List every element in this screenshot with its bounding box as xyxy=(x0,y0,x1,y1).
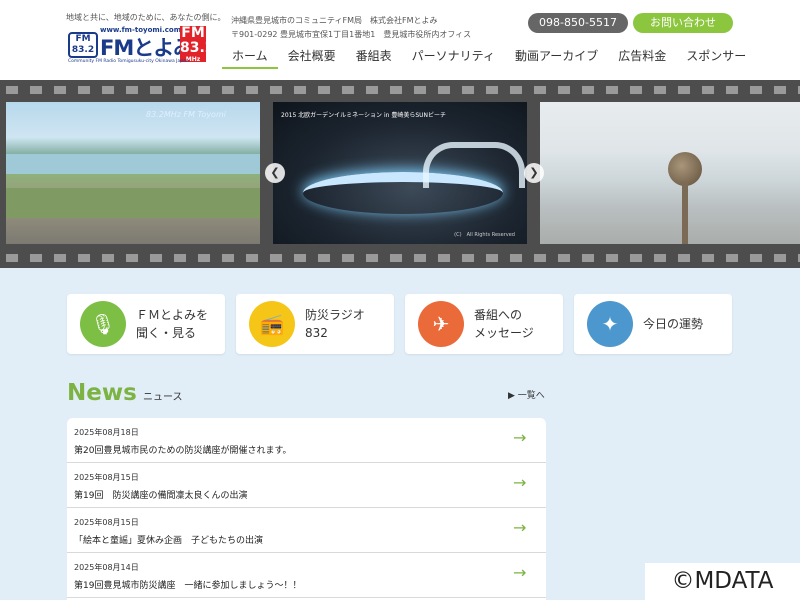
news-text: 第19回 防災講座の備間凜太良くんの出演 xyxy=(74,491,248,501)
microphone-icon: 🎙 xyxy=(80,301,126,347)
slide-caption: 2015 北欧ガーデンイルミネーション in 豊崎美らSUNビーチ xyxy=(281,112,447,119)
arrow-right-icon: → xyxy=(513,428,527,447)
tagline: 地域と共に、地域のために、あなたの側に。 xyxy=(66,13,226,22)
fm-badge: FM 83.2 xyxy=(68,32,98,58)
news-text: 第19回豊見城市防災講座 一緒に参加しましょう〜！！ xyxy=(74,581,302,591)
site-header: 地域と共に、地域のために、あなたの側に。 www.fm-toyomi.com F… xyxy=(0,0,800,80)
slide-beach-park[interactable]: 83.2MHz FM Toyomi xyxy=(6,102,260,244)
news-text: 第20回豊見城市民のための防災講座が開催されます。 xyxy=(74,446,292,456)
news-subheading: ニュース xyxy=(143,392,183,403)
news-list: 2025年08月18日 第20回豊見城市民のための防災講座が開催されます。 → … xyxy=(67,418,546,608)
arrow-right-icon: → xyxy=(513,518,527,537)
nav-company[interactable]: 会社概要 xyxy=(278,47,346,67)
company-address: 〒901-0292 豊見城市宜保1丁目1番地1 豊見城市役所内オフィス xyxy=(231,30,472,39)
disaster-radio-card[interactable]: 📻 防災ラジオ 832 xyxy=(236,294,394,354)
news-heading: News xyxy=(67,380,137,406)
site-logo[interactable]: www.fm-toyomi.com FM 83.2 FMとよみ FM 83.2 MH… xyxy=(68,25,215,68)
frequency-badge: FM 83.2 MHz xyxy=(180,25,215,63)
contact-button[interactable]: お問い合わせ xyxy=(633,13,733,33)
nav-home[interactable]: ホーム xyxy=(222,47,278,69)
news-list-link[interactable]: ▶ 一覧へ xyxy=(508,388,545,401)
illumination-arch xyxy=(423,142,525,188)
card-label: 番組への メッセージ xyxy=(474,308,534,340)
message-card[interactable]: ✈ 番組への メッセージ xyxy=(405,294,563,354)
news-item[interactable]: 2025年08月14日 第19回豊見城市防災講座 一緒に参加しましょう〜！！ → xyxy=(67,553,546,598)
company-line-1: 沖縄県豊見城市のコミュニティFM局 株式会社FMとよみ xyxy=(231,16,438,25)
news-item[interactable]: 2025年08月15日 第19回 防災講座の備間凜太良くんの出演 → xyxy=(67,463,546,508)
card-label: 今日の運勢 xyxy=(643,317,704,331)
slide-monument[interactable] xyxy=(540,102,800,244)
news-date: 2025年08月15日 xyxy=(74,473,139,482)
nav-personality[interactable]: パーソナリティ xyxy=(402,47,505,67)
monument-sphere xyxy=(668,152,702,186)
nav-program-guide[interactable]: 番組表 xyxy=(346,47,402,67)
prev-slide-button[interactable]: ❮ xyxy=(265,163,285,183)
main-content: 🎙 ＦＭとよみを 聞く・見る 📻 防災ラジオ 832 ✈ 番組への メッセージ ✦ 今… xyxy=(0,268,800,608)
slide-field xyxy=(6,188,260,218)
news-item[interactable]: 2025年08月15日 「絵本と童謡」夏休み企画 子どもたちの出演 → xyxy=(67,508,546,553)
nav-sponsors[interactable]: スポンサー xyxy=(676,47,756,67)
slide-caption: 83.2MHz FM Toyomi xyxy=(146,110,226,119)
fortune-icon: ✦ xyxy=(587,301,633,347)
nav-video-archive[interactable]: 動画アーカイブ xyxy=(505,47,608,67)
card-label: 防災ラジオ 832 xyxy=(305,308,365,340)
monument-pole xyxy=(682,182,688,244)
news-text: 「絵本と童謡」夏休み企画 子どもたちの出演 xyxy=(74,536,264,546)
image-slider: 83.2MHz FM Toyomi 2015 北欧ガーデンイルミネーション in… xyxy=(0,80,800,268)
paper-plane-icon: ✈ xyxy=(418,301,464,347)
film-holes-top xyxy=(0,86,800,94)
logo-subline: Community FM Radio Tomigusuku-city Okina… xyxy=(68,59,189,64)
film-holes-bottom xyxy=(0,254,800,262)
nav-ad-rates[interactable]: 広告料金 xyxy=(608,47,676,67)
listen-watch-card[interactable]: 🎙 ＦＭとよみを 聞く・見る xyxy=(67,294,225,354)
news-date: 2025年08月14日 xyxy=(74,563,139,572)
company-info: 沖縄県豊見城市のコミュニティFM局 株式会社FMとよみ 〒901-0292 豊見… xyxy=(231,14,471,42)
slide-illumination[interactable]: 2015 北欧ガーデンイルミネーション in 豊崎美らSUNビーチ (C) Al… xyxy=(273,102,527,244)
arrow-right-icon: → xyxy=(513,473,527,492)
next-slide-button[interactable]: ❯ xyxy=(524,163,544,183)
watermark: ©MDATA xyxy=(645,563,800,600)
news-date: 2025年08月15日 xyxy=(74,518,139,527)
radio-icon: 📻 xyxy=(249,301,295,347)
arrow-right-icon: → xyxy=(513,563,527,582)
news-item[interactable]: 2025年08月18日 第20回豊見城市民のための防災講座が開催されます。 → xyxy=(67,418,546,463)
slide-copyright: (C) All Rights Reserved xyxy=(454,232,515,238)
news-date: 2025年08月18日 xyxy=(74,428,139,437)
card-label: ＦＭとよみを 聞く・見る xyxy=(136,308,209,340)
slide-sea xyxy=(6,154,260,174)
main-nav: ホーム 会社概要 番組表 パーソナリティ 動画アーカイブ 広告料金 スポンサー xyxy=(222,47,756,69)
phone-button[interactable]: 098-850-5517 xyxy=(528,13,628,33)
fortune-card[interactable]: ✦ 今日の運勢 xyxy=(574,294,732,354)
